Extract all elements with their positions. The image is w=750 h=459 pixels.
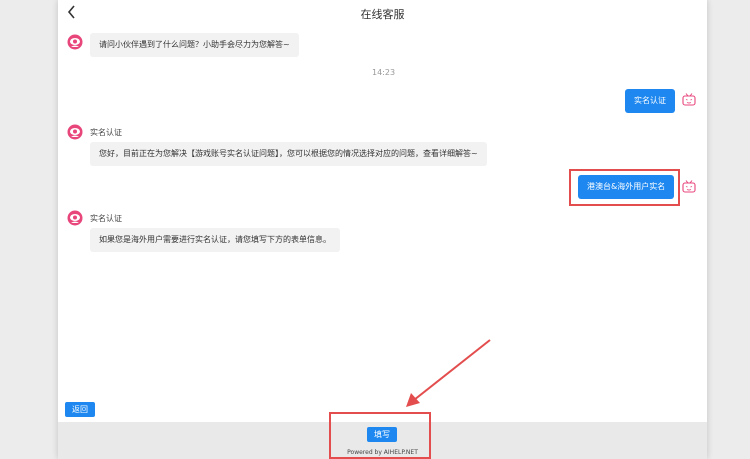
annotation-arrow-icon — [406, 339, 491, 407]
